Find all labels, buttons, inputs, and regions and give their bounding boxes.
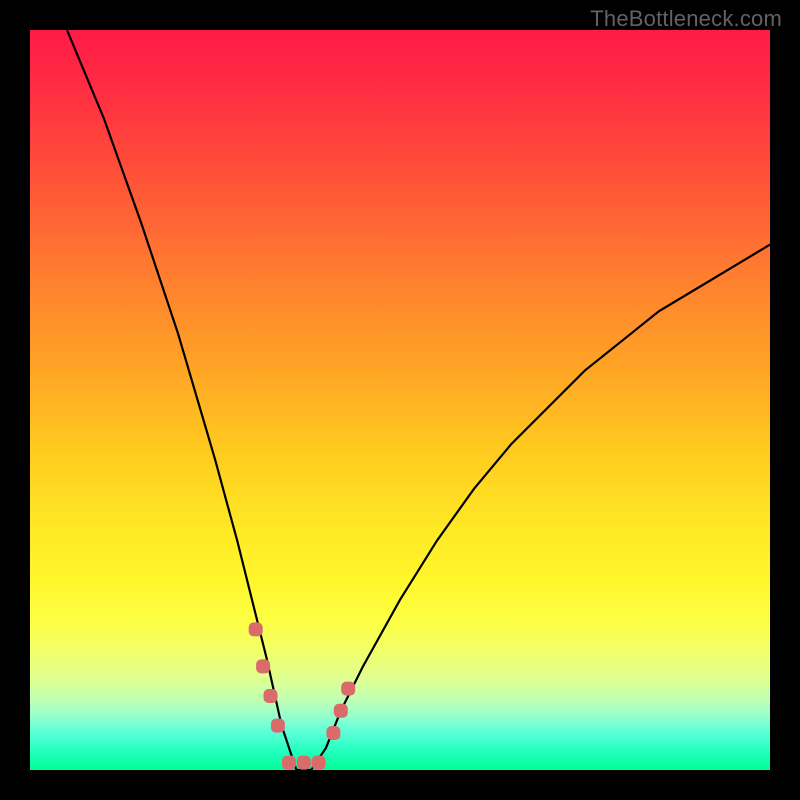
- plot-area: [30, 30, 770, 770]
- marker-point: [282, 756, 296, 770]
- marker-point: [256, 659, 270, 673]
- marker-point: [297, 756, 311, 770]
- marker-point: [334, 704, 348, 718]
- marker-point: [271, 719, 285, 733]
- marker-point: [341, 682, 355, 696]
- bottleneck-curve-line: [67, 30, 770, 770]
- sweet-spot-markers: [249, 622, 356, 769]
- marker-point: [312, 756, 326, 770]
- watermark-text: TheBottleneck.com: [590, 6, 782, 32]
- marker-point: [264, 689, 278, 703]
- marker-point: [326, 726, 340, 740]
- marker-point: [249, 622, 263, 636]
- chart-svg: [30, 30, 770, 770]
